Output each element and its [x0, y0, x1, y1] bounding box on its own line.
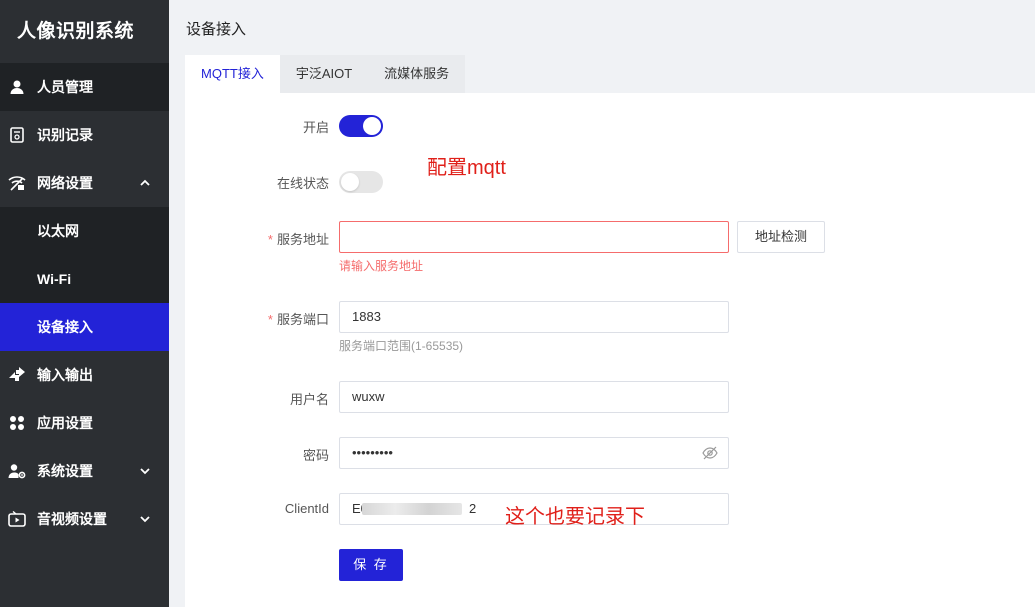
- switch-knob: [363, 117, 381, 135]
- switch-knob: [341, 173, 359, 191]
- chevron-up-icon: [140, 179, 150, 186]
- sidebar-item-label: 系统设置: [37, 463, 93, 479]
- username-input[interactable]: wuxw: [339, 381, 729, 413]
- tab-uniubi-aiot[interactable]: 宇泛AIOT: [280, 55, 368, 93]
- online-status-label: 在线状态: [276, 176, 329, 191]
- form-panel: [185, 93, 1035, 607]
- apps-grid-icon: [8, 414, 26, 432]
- app-title: 人像识别系统: [17, 21, 135, 42]
- server-address-input[interactable]: [339, 221, 729, 253]
- sidebar-item-system-settings[interactable]: 系统设置: [0, 447, 169, 495]
- record-icon: [8, 126, 26, 144]
- sidebar-item-label: 输入输出: [37, 367, 93, 383]
- server-port-hint: 服务端口范围(1-65535): [339, 339, 464, 353]
- sidebar-item-network[interactable]: 网络设置: [0, 159, 169, 207]
- redacted-mask: [362, 503, 462, 515]
- sidebar-item-label: 应用设置: [37, 415, 93, 431]
- required-mark: *: [267, 232, 273, 247]
- tab-mqtt[interactable]: MQTT接入: [185, 55, 280, 93]
- password-value: •••••••••: [352, 445, 393, 460]
- username-label: 用户名: [289, 392, 329, 407]
- sidebar-item-label: 设备接入: [37, 319, 93, 335]
- sidebar: 人像识别系统 人员管理 识别记录 网络设置 以太网 Wi-Fi 设备接入 输入输…: [0, 0, 169, 607]
- tv-play-icon: [8, 510, 26, 528]
- tab-streaming[interactable]: 流媒体服务: [368, 55, 465, 93]
- annotation-mqtt-note: 配置mqtt: [427, 157, 506, 179]
- required-mark: *: [267, 312, 273, 327]
- password-input[interactable]: •••••••••: [339, 437, 729, 469]
- sidebar-item-label: 以太网: [37, 223, 79, 239]
- sidebar-item-av-settings[interactable]: 音视频设置: [0, 495, 169, 543]
- sidebar-item-label: Wi-Fi: [37, 271, 72, 287]
- page-title: 设备接入: [186, 21, 247, 38]
- tab-bar: MQTT接入 宇泛AIOT 流媒体服务: [185, 55, 466, 93]
- sidebar-item-device-access[interactable]: 设备接入: [0, 303, 169, 351]
- chevron-down-icon: [140, 468, 150, 475]
- sidebar-item-label: 网络设置: [37, 175, 93, 191]
- sidebar-item-app-settings[interactable]: 应用设置: [0, 399, 169, 447]
- sidebar-item-records[interactable]: 识别记录: [0, 111, 169, 159]
- sidebar-item-ethernet[interactable]: 以太网: [0, 207, 169, 255]
- user-icon: [8, 78, 26, 96]
- server-port-label: * 服务端口: [268, 309, 329, 328]
- sidebar-item-personnel[interactable]: 人员管理: [0, 63, 169, 111]
- client-id-label: ClientId: [284, 501, 329, 516]
- sidebar-item-label: 音视频设置: [37, 511, 107, 527]
- network-icon: [8, 174, 26, 192]
- enable-switch[interactable]: [339, 115, 383, 137]
- sidebar-item-io[interactable]: 输入输出: [0, 351, 169, 399]
- server-address-error: 请输入服务地址: [339, 259, 424, 273]
- server-port-input[interactable]: 1883: [339, 301, 729, 333]
- server-address-label-text: 服务地址: [276, 232, 329, 247]
- enable-label: 开启: [302, 120, 329, 135]
- server-address-label: * 服务地址: [268, 229, 329, 248]
- address-check-button[interactable]: 地址检测: [737, 221, 825, 253]
- server-port-label-text: 服务端口: [276, 312, 329, 327]
- sidebar-item-label: 人员管理: [37, 79, 93, 95]
- chevron-down-icon: [140, 516, 150, 523]
- sidebar-item-label: 识别记录: [37, 127, 93, 143]
- user-gear-icon: [8, 462, 26, 480]
- online-status-switch[interactable]: [339, 171, 383, 193]
- io-arrows-icon: [8, 366, 26, 384]
- eye-off-icon[interactable]: [702, 446, 718, 460]
- save-button[interactable]: 保 存: [339, 549, 403, 581]
- client-id-suffix: 2: [469, 501, 477, 516]
- password-label: 密码: [302, 448, 329, 463]
- sidebar-item-wifi[interactable]: Wi-Fi: [0, 255, 169, 303]
- annotation-record-note: 这个也要记录下: [505, 506, 645, 528]
